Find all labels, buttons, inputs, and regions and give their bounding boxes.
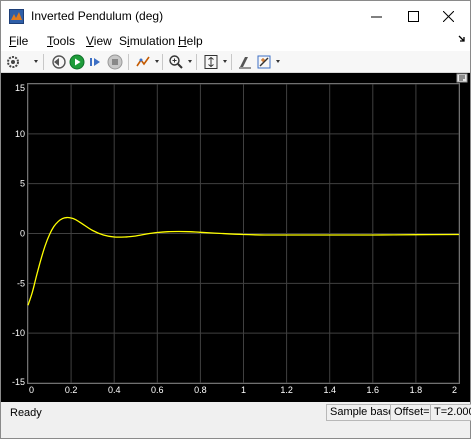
- scope-plot[interactable]: 15 10 5 0 -5 -10 -15 0 0.2 0.4 0.6 0.8 1 1.2 1.4 1.6 1.…: [1, 73, 470, 402]
- x-tick-label: 0.8: [194, 385, 207, 395]
- measure-dropdown-arrow[interactable]: [276, 60, 280, 63]
- y-tick-label: 10: [15, 129, 25, 139]
- legend-toggle-icon[interactable]: [456, 73, 468, 83]
- style-icon: [239, 57, 251, 69]
- highlight-dropdown-arrow[interactable]: [155, 60, 159, 63]
- close-button[interactable]: [425, 1, 471, 31]
- status-time: T=2.000: [430, 404, 471, 421]
- stop-button[interactable]: [107, 54, 123, 70]
- menu-view-label: iew: [93, 34, 112, 48]
- step-back-icon: [52, 55, 66, 69]
- run-button[interactable]: [69, 54, 85, 70]
- cursor-measure-button[interactable]: [256, 54, 272, 70]
- menu-help-accel: H: [178, 34, 187, 48]
- y-tick-label: 5: [20, 179, 25, 189]
- settings-button[interactable]: [6, 54, 20, 70]
- zoom-icon: [169, 55, 183, 69]
- title-bar[interactable]: Inverted Pendulum (deg): [1, 1, 470, 31]
- x-tick-label: 0.2: [65, 385, 78, 395]
- maximize-icon: [407, 10, 419, 22]
- x-tick-label: 1.2: [280, 385, 293, 395]
- menu-file-label: ile: [16, 34, 29, 48]
- menu-simulation[interactable]: Simulation: [119, 34, 175, 48]
- x-tick-label: 1: [241, 385, 246, 395]
- menu-view-accel: V: [86, 34, 94, 48]
- menu-help-label: elp: [186, 34, 203, 48]
- menu-file[interactable]: File: [9, 34, 28, 48]
- highlight-signal-icon: [136, 56, 150, 67]
- menu-help[interactable]: Help: [178, 34, 203, 48]
- x-tick-label: 1.6: [367, 385, 380, 395]
- x-tick-label: 2: [452, 385, 457, 395]
- window-title: Inverted Pendulum (deg): [31, 9, 164, 23]
- menu-simulation-label: mulation: [129, 34, 176, 48]
- toolbar-separator: [128, 54, 129, 70]
- run-icon: [69, 54, 85, 70]
- step-forward-icon: [90, 58, 100, 66]
- zoom-button[interactable]: [168, 54, 184, 70]
- style-button[interactable]: [237, 54, 253, 70]
- step-back-button[interactable]: [50, 54, 66, 70]
- autoscale-icon: [204, 55, 218, 69]
- cursor-measure-icon: [257, 55, 271, 69]
- y-tick-label: -10: [12, 328, 25, 338]
- undock-arrow-icon[interactable]: [458, 35, 466, 45]
- autoscale-button[interactable]: [203, 54, 219, 70]
- y-tick-label: 0: [20, 229, 25, 239]
- y-tick-label: 15: [15, 83, 25, 93]
- toolbar-separator: [43, 54, 44, 70]
- toolbar-separator: [231, 54, 232, 70]
- scope-app-icon: [9, 9, 24, 24]
- zoom-dropdown-arrow[interactable]: [188, 60, 192, 63]
- settings-icon: [7, 56, 19, 68]
- highlight-signal-button[interactable]: [135, 54, 151, 70]
- stop-icon: [107, 54, 123, 70]
- y-tick-label: -15: [12, 377, 25, 387]
- settings-dropdown-arrow[interactable]: [34, 60, 38, 63]
- toolbar-separator: [196, 54, 197, 70]
- toolbar-separator: [162, 54, 163, 70]
- status-text: Ready: [10, 407, 42, 419]
- minimize-icon: [370, 16, 382, 17]
- x-tick-label: 1.8: [410, 385, 423, 395]
- status-bar: Ready Sample based Offset=0 T=2.000: [1, 402, 471, 438]
- y-tick-label: -5: [17, 278, 25, 288]
- autoscale-dropdown-arrow[interactable]: [223, 60, 227, 63]
- menu-tools[interactable]: Tools: [47, 34, 75, 48]
- x-tick-label: 1.4: [323, 385, 336, 395]
- x-tick-label: 0: [29, 385, 34, 395]
- menu-tools-label: ools: [53, 34, 76, 48]
- step-forward-button[interactable]: [88, 54, 104, 70]
- close-icon: [442, 10, 454, 22]
- scope-window: Inverted Pendulum (deg) File Tools View …: [0, 0, 471, 439]
- menu-simulation-pre: S: [119, 34, 128, 48]
- scope-plot-area[interactable]: 15 10 5 0 -5 -10 -15 0 0.2 0.4 0.6 0.8 1 1.2 1.4 1.6 1.…: [1, 73, 470, 402]
- toolbar: [1, 51, 470, 73]
- menu-bar: File Tools View Simulation Help: [1, 31, 470, 51]
- menu-view[interactable]: View: [86, 34, 112, 48]
- x-tick-label: 0.6: [151, 385, 164, 395]
- x-tick-label: 0.4: [108, 385, 121, 395]
